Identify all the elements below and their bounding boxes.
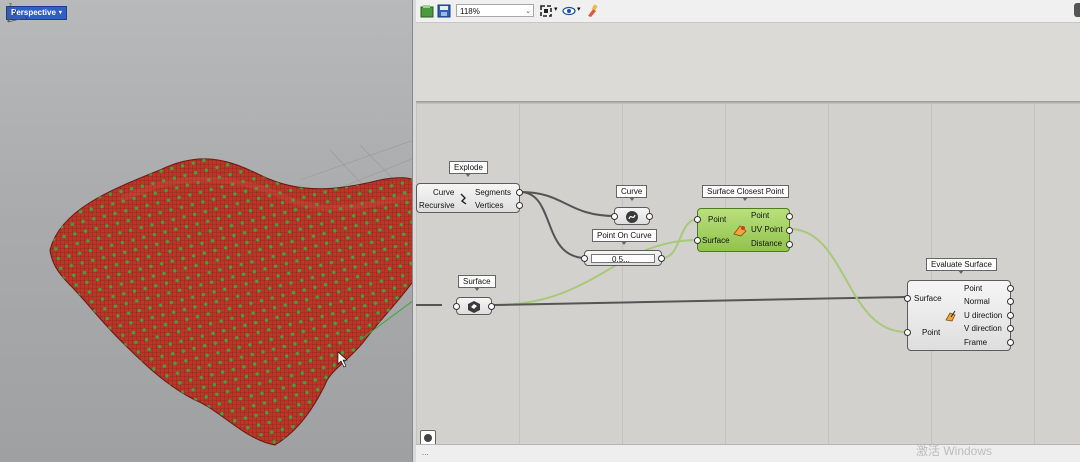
surface-param-component[interactable] <box>453 297 495 315</box>
zoom-extents-icon[interactable] <box>539 4 553 18</box>
eval-output-normal[interactable]: Normal <box>964 297 990 306</box>
input-port[interactable] <box>694 216 701 223</box>
scp-output-point[interactable]: Point <box>751 211 769 220</box>
output-port[interactable] <box>516 202 523 209</box>
eval-output-point[interactable]: Point <box>964 284 982 293</box>
eval-input-point[interactable]: Point <box>922 328 940 337</box>
axis-x-label: x <box>25 16 28 22</box>
eval-output-u-direction[interactable]: U direction <box>964 311 1002 320</box>
chevron-down-icon[interactable]: ▾ <box>59 7 62 19</box>
surface-param-icon <box>468 301 480 313</box>
point-on-curve-slider[interactable]: 0.5... <box>591 254 655 264</box>
curve-param-component[interactable] <box>611 207 653 225</box>
explode-component[interactable]: Curve Recursive Segments Vertices <box>416 183 523 213</box>
output-port[interactable] <box>1007 285 1014 292</box>
eval-input-surface[interactable]: Surface <box>914 294 942 303</box>
input-port[interactable] <box>694 237 701 244</box>
chevron-down-icon: ⌄ <box>525 8 531 15</box>
preview-eye-icon[interactable] <box>562 4 576 18</box>
input-port[interactable] <box>904 295 911 302</box>
evaluate-surface-component[interactable]: Surface Point Point Normal U direction V… <box>904 280 1014 351</box>
output-port[interactable] <box>516 189 523 196</box>
paint-brush-icon[interactable] <box>585 4 599 18</box>
output-port[interactable] <box>658 255 665 262</box>
viewport-scene <box>49 139 414 446</box>
explode-icon <box>460 193 467 205</box>
save-file-icon[interactable] <box>437 4 451 18</box>
point-on-curve-component[interactable]: 0.5... <box>581 250 665 266</box>
world-axes-icon: x y z <box>7 3 28 23</box>
zoom-level-value: 118% <box>460 7 480 16</box>
grasshopper-canvas[interactable] <box>416 104 1080 444</box>
input-port[interactable] <box>453 303 460 310</box>
explode-input-curve[interactable]: Curve <box>433 188 454 197</box>
output-port[interactable] <box>646 213 653 220</box>
dropdown-arrow-icon[interactable]: ▾ <box>554 5 558 13</box>
output-port[interactable] <box>786 213 793 220</box>
grasshopper-editor: 118% ⌄ ▾ ▾ Explode Curve Recursive Segme… <box>416 0 1080 462</box>
scp-input-point[interactable]: Point <box>708 215 726 224</box>
axis-z-label: z <box>9 3 12 9</box>
scp-input-surface[interactable]: Surface <box>702 236 730 245</box>
input-port[interactable] <box>611 213 618 220</box>
zoom-level-select[interactable]: 118% ⌄ <box>456 4 534 17</box>
eval-output-v-direction[interactable]: V direction <box>964 324 1002 333</box>
output-port[interactable] <box>1007 312 1014 319</box>
output-port[interactable] <box>1007 298 1014 305</box>
surface-closest-point-icon <box>733 225 747 237</box>
output-port[interactable] <box>1007 339 1014 346</box>
open-file-icon[interactable] <box>420 4 434 18</box>
watermark-text: 激活 Windows <box>916 444 993 458</box>
curve-caption: Curve <box>616 185 648 201</box>
rhino-viewport[interactable]: Perspective ▾ x y z <box>0 0 414 462</box>
status-text: ... <box>422 448 429 457</box>
output-port[interactable] <box>786 241 793 248</box>
curve-param-icon <box>626 211 638 223</box>
evaluate-surface-icon <box>945 310 956 322</box>
canvas-toolbar: 118% ⌄ ▾ ▾ <box>416 0 1080 23</box>
panel-grip[interactable] <box>1074 3 1080 17</box>
eval-output-frame[interactable]: Frame <box>964 338 987 347</box>
surface-closest-point-caption: Surface Closest Point <box>702 185 789 201</box>
explode-output-segments[interactable]: Segments <box>475 188 511 197</box>
green-point-grid <box>50 158 414 446</box>
surface-caption: Surface <box>458 275 496 291</box>
scp-output-uv-point[interactable]: UV Point <box>751 225 783 234</box>
output-port[interactable] <box>488 303 495 310</box>
point-on-curve-slider-value: 0.5... <box>612 255 630 264</box>
output-port[interactable] <box>786 227 793 234</box>
explode-caption: Explode <box>449 161 488 177</box>
dropdown-arrow-icon[interactable]: ▾ <box>577 5 581 13</box>
evaluate-surface-caption: Evaluate Surface <box>926 258 997 274</box>
input-port[interactable] <box>581 255 588 262</box>
explode-input-recursive[interactable]: Recursive <box>419 201 455 210</box>
explode-output-vertices[interactable]: Vertices <box>475 201 503 210</box>
canvas-header-band <box>416 23 1080 101</box>
input-port[interactable] <box>904 329 911 336</box>
scp-output-distance[interactable]: Distance <box>751 239 782 248</box>
axis-y-label: y <box>14 9 17 15</box>
output-port[interactable] <box>1007 325 1014 332</box>
point-on-curve-caption: Point On Curve <box>592 229 657 245</box>
surface-closest-point-component[interactable]: Point Surface Point UV Point Distance <box>694 208 793 252</box>
